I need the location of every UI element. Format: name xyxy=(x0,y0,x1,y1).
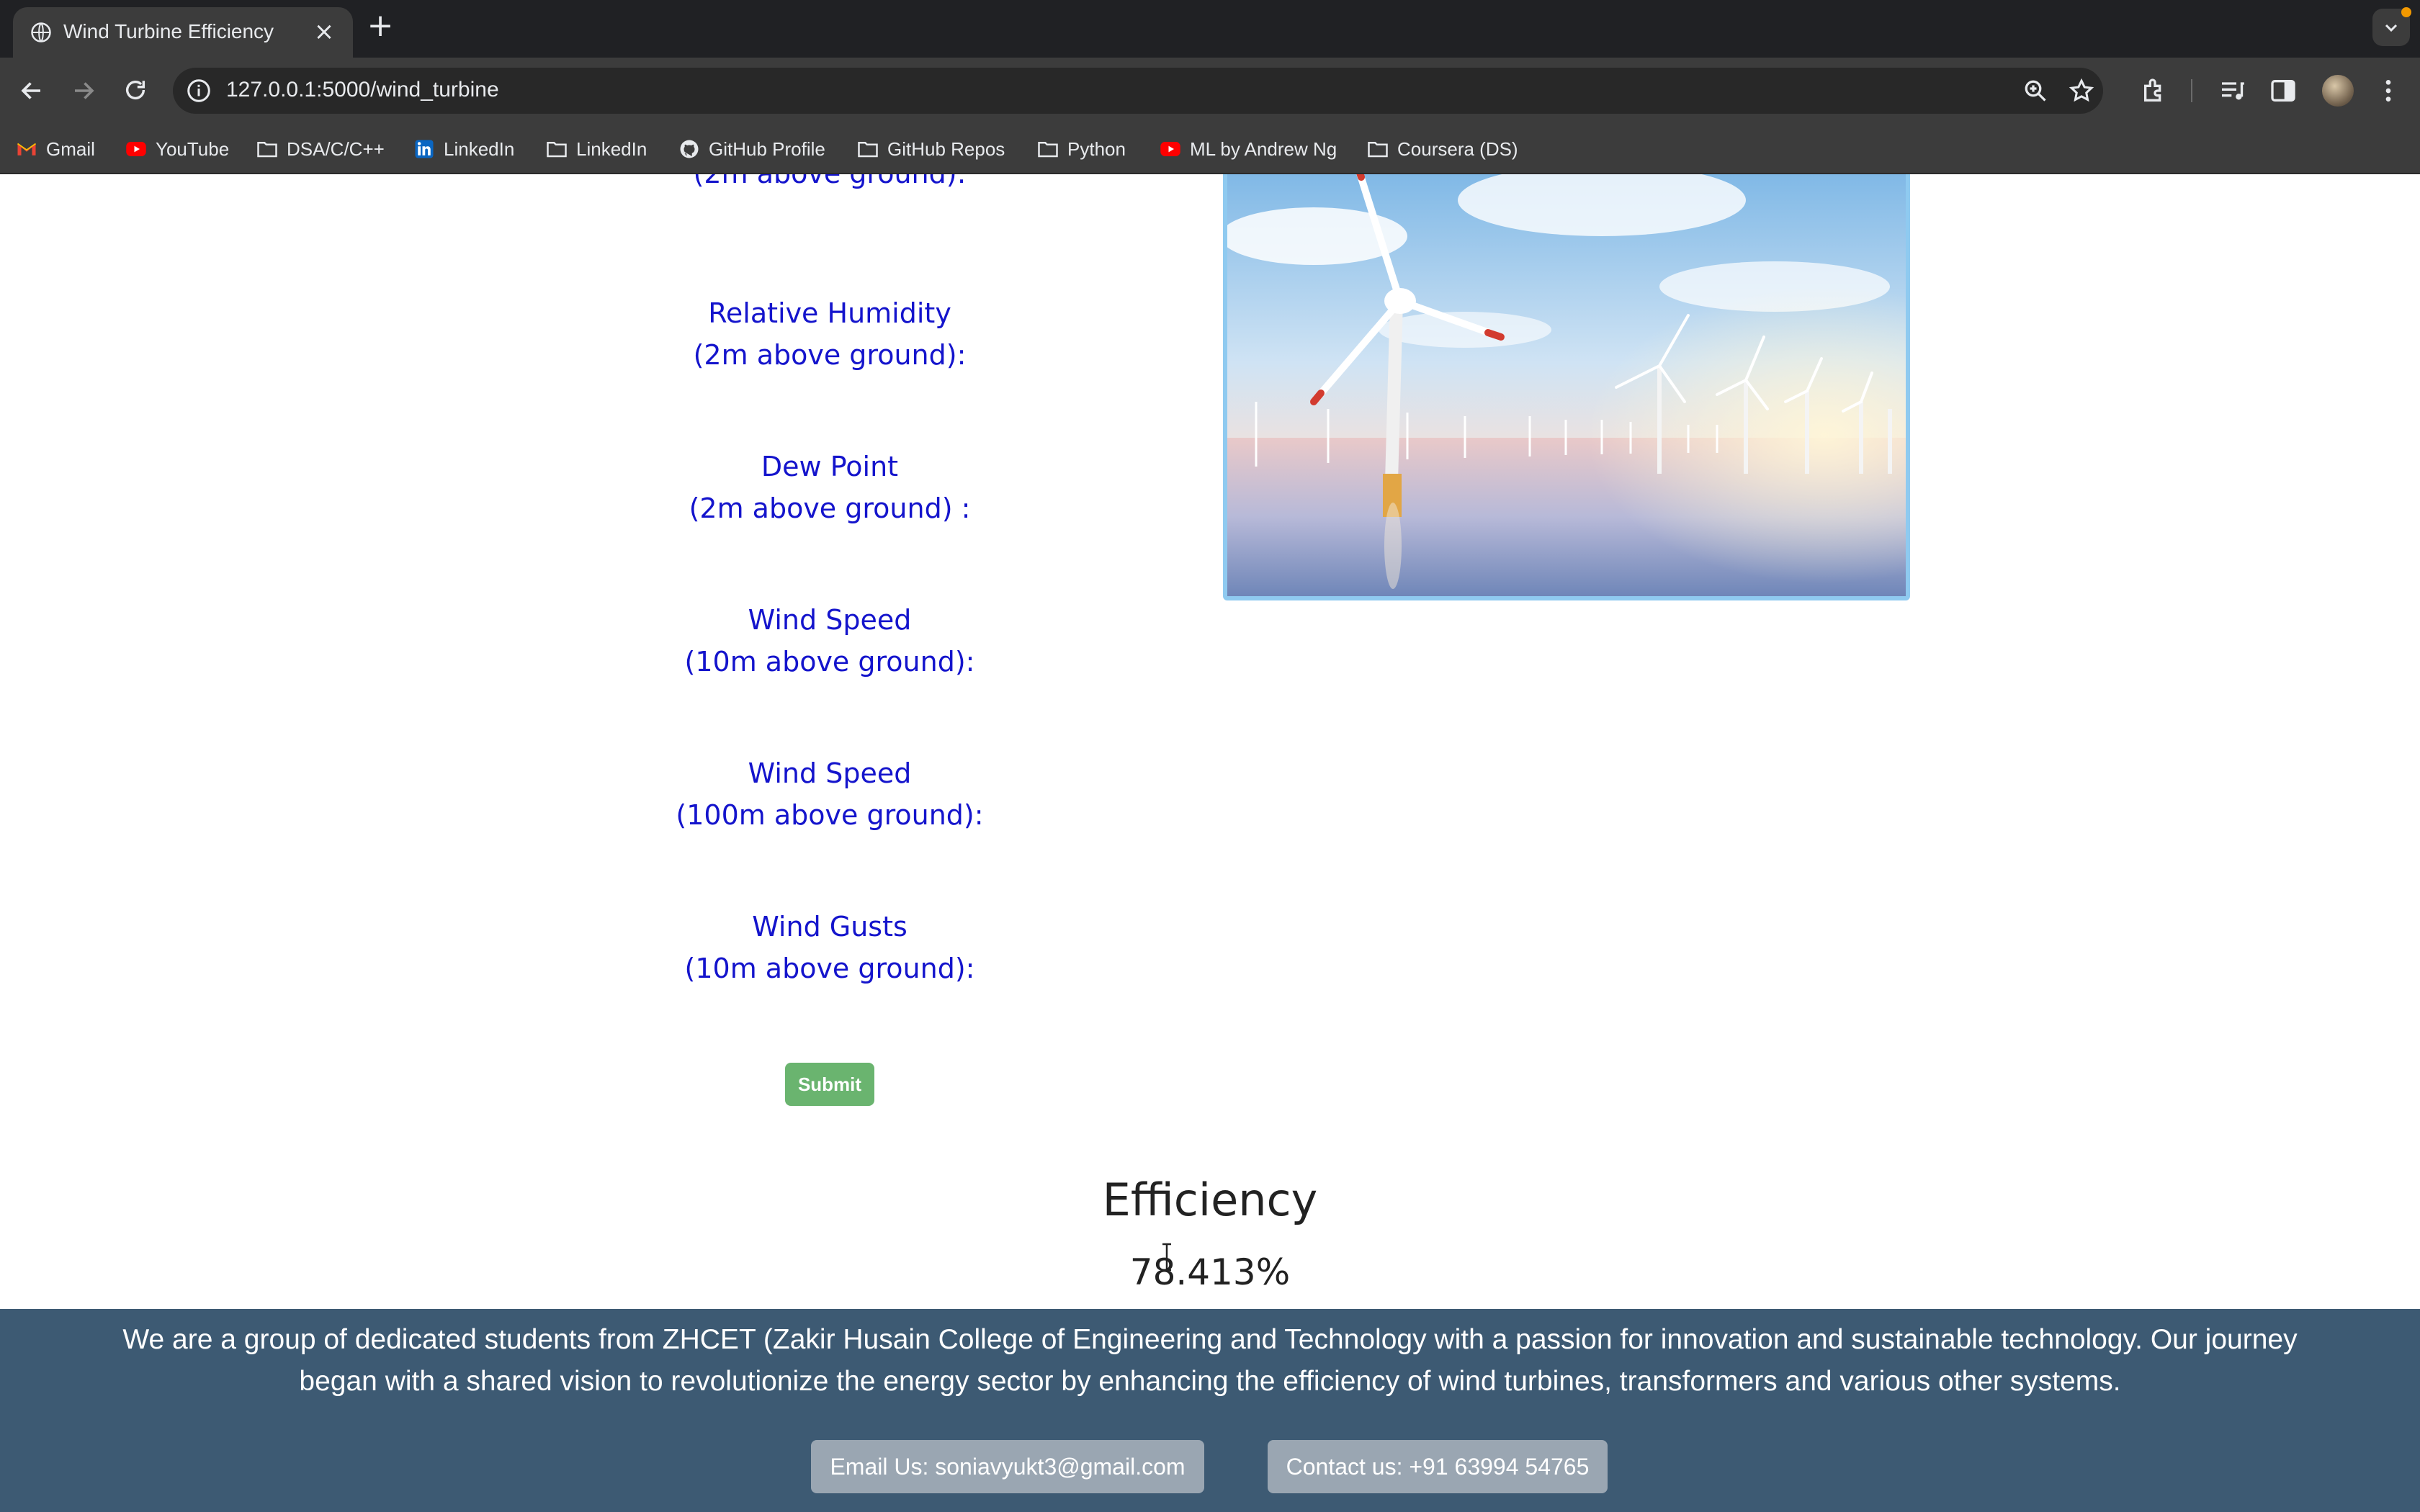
bookmark-label: Gmail xyxy=(46,138,95,160)
field-label-line1: Wind Speed xyxy=(748,604,912,636)
offshore-wind-farm-illustration xyxy=(1227,174,1906,596)
bookmark-label: LinkedIn xyxy=(444,138,515,160)
bookmarks-bar: Gmail YouTube DSA/C/C++ LinkedIn LinkedI… xyxy=(0,124,2420,174)
forward-arrow-icon xyxy=(75,82,94,99)
github-icon xyxy=(680,140,699,158)
bookmark-folder-dsa[interactable]: DSA/C/C++ xyxy=(256,135,385,163)
notification-dot xyxy=(2401,7,2411,17)
field-label-wind-speed-100m: Wind Speed (100m above ground): xyxy=(578,752,1082,836)
field-label-line2: (100m above ground): xyxy=(676,799,984,831)
bookmark-label: GitHub Repos xyxy=(887,138,1005,160)
efficiency-heading: Efficiency xyxy=(1102,1174,1318,1226)
bookmark-youtube[interactable]: YouTube xyxy=(125,135,229,163)
linkedin-icon xyxy=(415,140,434,158)
contact-button[interactable]: Contact us: +91 63994 54765 xyxy=(1268,1440,1608,1493)
back-button[interactable] xyxy=(13,72,50,109)
gmail-icon xyxy=(17,143,37,156)
field-label-line1: Dew Point xyxy=(761,451,899,482)
folder-icon xyxy=(257,142,277,158)
bookmark-label: DSA/C/C++ xyxy=(287,138,385,160)
folder-icon xyxy=(547,142,567,158)
browser-tab-strip: Wind Turbine Efficiency × + xyxy=(0,0,2420,58)
bookmark-star-icon[interactable] xyxy=(2069,78,2094,104)
submit-button[interactable]: Submit xyxy=(785,1063,874,1106)
bookmark-folder-github-repos[interactable]: GitHub Repos xyxy=(857,135,1005,163)
site-info-icon[interactable] xyxy=(186,78,212,104)
extensions-icon[interactable] xyxy=(2141,76,2169,105)
bookmark-github-profile[interactable]: GitHub Profile xyxy=(678,135,825,163)
field-label-line2: (2m above ground): xyxy=(578,174,1082,194)
forward-button[interactable] xyxy=(65,72,102,109)
field-label-line2: (2m above ground) : xyxy=(689,492,971,524)
tab-search-button[interactable] xyxy=(2372,7,2411,46)
field-label-relative-humidity: Relative Humidity (2m above ground): xyxy=(578,292,1082,376)
folder-icon xyxy=(858,142,878,158)
field-label-line1: Wind Speed xyxy=(748,757,912,789)
youtube-icon xyxy=(126,142,146,156)
wind-turbine-image xyxy=(1223,174,1910,600)
bookmark-label: Python xyxy=(1067,138,1126,160)
field-label-line1: Relative Humidity xyxy=(708,297,951,329)
field-label-temperature: (2m above ground): xyxy=(578,174,1082,194)
bookmark-label: ML by Andrew Ng xyxy=(1190,138,1337,160)
tab-title: Wind Turbine Efficiency xyxy=(63,20,274,42)
toolbar-divider xyxy=(2191,79,2192,102)
zoom-icon[interactable] xyxy=(2022,78,2048,104)
new-tab-button[interactable]: + xyxy=(366,10,395,42)
bookmark-label: Coursera (DS) xyxy=(1397,138,1518,160)
close-tab-icon[interactable]: × xyxy=(311,19,337,45)
side-panel-icon[interactable] xyxy=(2269,76,2298,105)
folder-icon xyxy=(1368,142,1388,158)
globe-icon xyxy=(31,22,51,42)
field-label-dew-point: Dew Point (2m above ground) : xyxy=(578,446,1082,529)
field-label-wind-speed-10m: Wind Speed (10m above ground): xyxy=(578,599,1082,683)
page-content: (2m above ground): Relative Humidity (2m… xyxy=(0,174,2420,1512)
bookmark-gmail[interactable]: Gmail xyxy=(16,135,95,163)
reload-icon xyxy=(125,81,145,99)
email-button[interactable]: Email Us: soniavyukt3@gmail.com xyxy=(811,1440,1204,1493)
field-label-line2: (10m above ground): xyxy=(684,646,975,678)
reload-button[interactable] xyxy=(117,72,154,109)
browser-tab[interactable]: Wind Turbine Efficiency × xyxy=(13,7,353,58)
bookmark-folder-coursera[interactable]: Coursera (DS) xyxy=(1367,135,1518,163)
profile-avatar[interactable] xyxy=(2322,75,2354,107)
browser-toolbar: 127.0.0.1:5000/wind_turbine xyxy=(0,58,2420,124)
back-arrow-icon xyxy=(21,82,40,99)
more-options-icon[interactable] xyxy=(2374,76,2403,105)
url-text[interactable]: 127.0.0.1:5000/wind_turbine xyxy=(226,78,499,102)
about-text: We are a group of dedicated students fro… xyxy=(122,1324,2298,1397)
folder-icon xyxy=(1038,142,1058,158)
field-label-wind-gusts: Wind Gusts (10m above ground): xyxy=(578,906,1082,989)
bookmark-linkedin[interactable]: LinkedIn xyxy=(413,135,514,163)
field-label-line2: (10m above ground): xyxy=(684,953,975,984)
efficiency-value: 78.413% xyxy=(1129,1251,1291,1293)
chevron-down-icon xyxy=(2385,24,2398,32)
address-bar[interactable]: 127.0.0.1:5000/wind_turbine xyxy=(173,68,2103,114)
bookmark-label: YouTube xyxy=(156,138,230,160)
footer: We are a group of dedicated students fro… xyxy=(0,1309,2420,1512)
field-label-line2: (2m above ground): xyxy=(693,339,967,371)
field-label-line1: Wind Gusts xyxy=(752,911,908,942)
bookmark-folder-linkedin[interactable]: LinkedIn xyxy=(546,135,647,163)
youtube-icon xyxy=(1160,142,1180,156)
bookmark-folder-python[interactable]: Python xyxy=(1037,135,1126,163)
bookmark-label: LinkedIn xyxy=(576,138,647,160)
media-controls-icon[interactable] xyxy=(2218,76,2247,105)
bookmark-label: GitHub Profile xyxy=(709,138,825,160)
bookmark-ml-andrew-ng[interactable]: ML by Andrew Ng xyxy=(1160,135,1337,163)
